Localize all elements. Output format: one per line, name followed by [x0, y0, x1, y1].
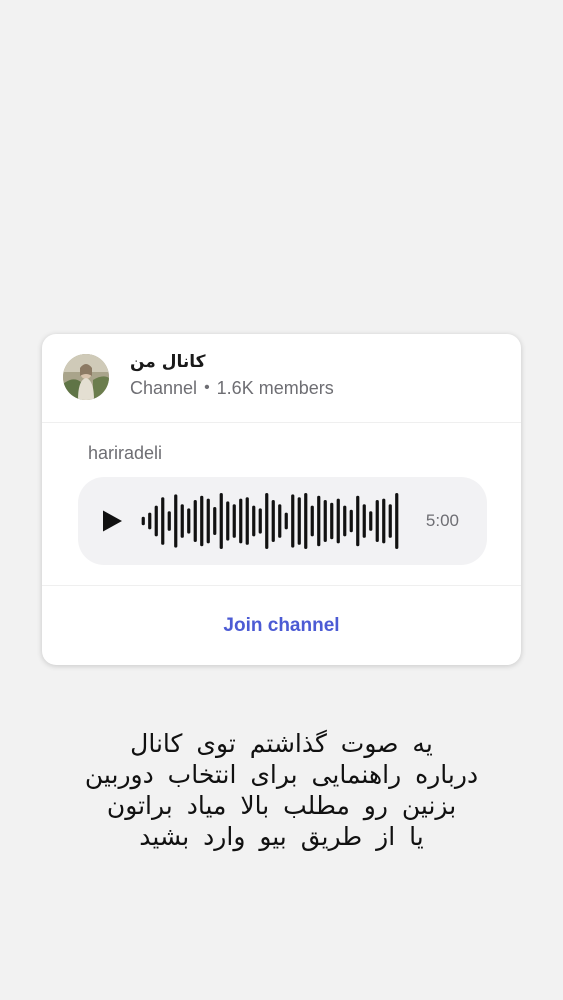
waveform-bar [343, 505, 347, 537]
waveform-bar [349, 509, 353, 533]
waveform-bar [206, 498, 210, 544]
channel-avatar [63, 354, 109, 400]
waveform-bar [193, 500, 197, 542]
waveform-bar [284, 512, 288, 530]
waveform-bar [388, 504, 392, 538]
waveform-bar [304, 493, 308, 549]
waveform-bar [154, 505, 158, 537]
waveform-bar [161, 497, 165, 545]
waveform-bar [239, 498, 243, 544]
meta-separator: • [204, 379, 210, 396]
join-channel-button[interactable]: Join channel [42, 586, 521, 665]
waveform-bar [200, 495, 204, 547]
waveform-bar [252, 505, 256, 537]
waveform-bar [330, 502, 334, 540]
caption-line: یا از طریق بیو وارد بشید [139, 822, 424, 851]
channel-title: کانال من [130, 352, 206, 372]
waveform-bar [369, 511, 373, 531]
waveform-bar [356, 495, 360, 547]
waveform-bar [323, 500, 327, 542]
waveform-bar [362, 504, 366, 538]
header-divider [42, 422, 521, 423]
channel-meta: Channel • 1.6K members [130, 378, 334, 399]
waveform-bar [258, 508, 262, 534]
story-caption: یه صوت گذاشتم توی کانال درباره راهنمایی … [40, 728, 523, 852]
sender-name: hariradeli [88, 443, 163, 463]
play-icon [103, 510, 122, 532]
caption-line: درباره راهنمایی برای انتخاب دوربین [84, 760, 479, 789]
waveform-bar [167, 511, 171, 531]
play-button[interactable] [100, 509, 124, 533]
channel-preview-card[interactable]: کانال من Channel • 1.6K members hariradeli… [42, 334, 521, 665]
waveform-bar [375, 500, 379, 542]
waveform-bar [317, 495, 321, 547]
waveform-bar [141, 516, 145, 526]
waveform-bar [382, 498, 386, 544]
waveform-bar [213, 507, 217, 535]
waveform-bar [148, 512, 152, 530]
waveform[interactable] [140, 491, 400, 551]
waveform-bar [265, 493, 269, 549]
voice-duration: 5:00 [425, 511, 459, 530]
members-count: 1.6K members [216, 378, 334, 398]
waveform-bar [297, 497, 301, 545]
waveform-bar [278, 504, 282, 538]
waveform-bar [219, 493, 223, 549]
avatar-photo-icon [63, 354, 109, 400]
waveform-bar [187, 508, 191, 534]
waveform-bar [180, 504, 184, 538]
waveform-bar [310, 505, 314, 537]
waveform-bar [271, 500, 275, 542]
waveform-bar [245, 497, 249, 545]
caption-line: بزنین رو مطلب بالا میاد براتون [106, 791, 457, 820]
waveform-bar [232, 504, 236, 538]
channel-header[interactable]: کانال من Channel • 1.6K members [42, 334, 521, 422]
waveform-bar [291, 494, 295, 548]
waveform-bar [395, 493, 399, 549]
waveform-bar [174, 494, 178, 548]
channel-type-label: Channel [130, 378, 198, 398]
voice-message[interactable]: 5:00 [78, 477, 487, 565]
caption-line: یه صوت گذاشتم توی کانال [130, 729, 433, 758]
waveform-bar [226, 501, 230, 541]
waveform-bar [336, 498, 340, 544]
